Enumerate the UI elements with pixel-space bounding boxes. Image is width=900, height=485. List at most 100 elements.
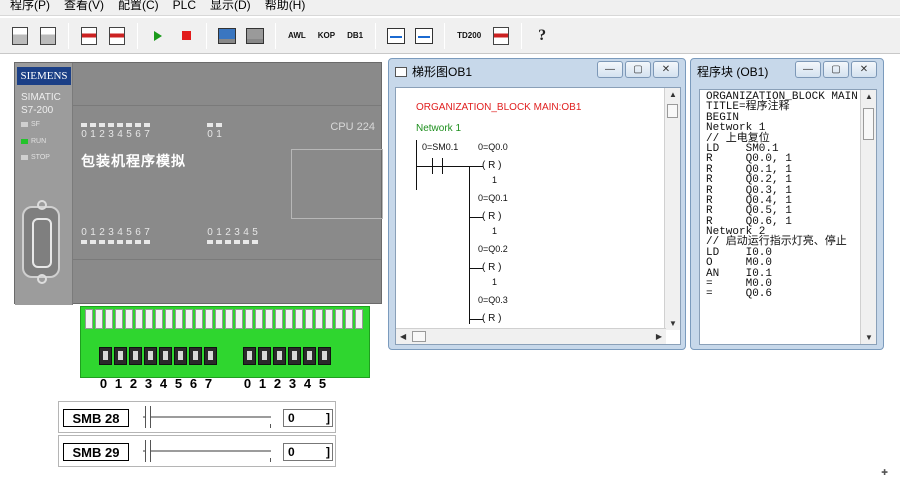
siemens-logo: SIEMENS	[17, 67, 71, 85]
vertical-scrollbar[interactable]: ▲ ▼	[860, 90, 876, 344]
plc-read-button[interactable]	[77, 24, 101, 48]
ladder-status-button[interactable]	[384, 24, 408, 48]
scroll-right-icon[interactable]: ▶	[656, 332, 662, 341]
input-switch[interactable]	[174, 347, 187, 365]
scroll-thumb[interactable]	[863, 108, 874, 140]
awl-button[interactable]: AWL	[284, 24, 310, 48]
unload-icon	[40, 26, 56, 45]
smb28-control: SMB 28 0]	[58, 401, 336, 433]
scroll-thumb[interactable]	[667, 104, 678, 118]
bit-number: 7	[204, 376, 213, 391]
program-title: 包装机程序模拟	[81, 155, 186, 170]
menu-program[interactable]: 程序(P)	[10, 0, 50, 13]
program-block-title: 程序块 (OB1)	[697, 65, 769, 79]
divider	[73, 259, 381, 260]
input-switch[interactable]	[318, 347, 331, 365]
ladder-window: 梯形图OB1 — ▢ ✕ ORGANIZATION_BLOCK MAIN:OB1…	[388, 58, 686, 350]
bit-number: 1	[90, 129, 96, 140]
bit-number: 4	[117, 129, 123, 140]
bit-number: 6	[135, 227, 141, 238]
slider-ticks	[145, 424, 271, 428]
help-button[interactable]: ?	[530, 24, 554, 48]
scroll-down-icon[interactable]: ▼	[669, 319, 677, 328]
close-button[interactable]: ✕	[653, 61, 679, 78]
toolbar-separator	[206, 22, 207, 49]
status-button[interactable]	[243, 24, 267, 48]
trend-button[interactable]	[412, 24, 436, 48]
toolbar-separator	[375, 22, 377, 49]
plc-left-panel: SIEMENS SIMATIC S7-200 SF RUN STOP	[15, 63, 73, 305]
menu-view[interactable]: 查看(V)	[64, 0, 104, 13]
input-switch[interactable]	[204, 347, 217, 365]
unload-program-button[interactable]	[36, 24, 60, 48]
bit-number: 1	[216, 129, 222, 140]
menu-help[interactable]: 帮助(H)	[265, 0, 306, 13]
input-switch[interactable]	[144, 347, 157, 365]
minimize-button[interactable]: —	[795, 61, 821, 78]
smb29-value[interactable]: 0]	[283, 443, 333, 461]
scroll-up-icon[interactable]: ▲	[669, 90, 677, 99]
input-switch[interactable]	[303, 347, 316, 365]
bit-number: 5	[174, 376, 183, 391]
cpu-model: CPU 224	[330, 121, 375, 133]
scroll-thumb[interactable]	[412, 331, 426, 342]
code-line: Network 1	[706, 122, 766, 135]
td200-button[interactable]: TD200	[453, 24, 485, 48]
screw-icon	[37, 274, 47, 284]
resize-grip-icon: ✚	[881, 468, 888, 477]
state-table-button[interactable]	[215, 24, 239, 48]
smb28-value[interactable]: 0]	[283, 409, 333, 427]
terminal-teeth	[85, 309, 363, 329]
load-program-button[interactable]	[8, 24, 32, 48]
play-icon	[154, 30, 162, 41]
plc-write-button[interactable]	[105, 24, 129, 48]
input-switch[interactable]	[99, 347, 112, 365]
input-switch-terminal	[80, 306, 370, 378]
scroll-down-icon[interactable]: ▼	[865, 333, 873, 342]
toolbar-separator	[275, 22, 276, 49]
bit-number: 4	[117, 227, 123, 238]
kop-button[interactable]: KOP	[314, 24, 339, 48]
output-numbers-a: 01234567	[81, 227, 150, 238]
horizontal-scrollbar[interactable]: ◀ ▶	[396, 328, 666, 344]
input-switch[interactable]	[243, 347, 256, 365]
code-line: = Q0.6	[706, 288, 773, 301]
menu-config[interactable]: 配置(C)	[118, 0, 159, 13]
maximize-button[interactable]: ▢	[823, 61, 849, 78]
db1-button[interactable]: DB1	[343, 24, 367, 48]
ladder-window-title: 梯形图OB1	[412, 65, 473, 79]
input-switch[interactable]	[273, 347, 286, 365]
scroll-up-icon[interactable]: ▲	[865, 92, 873, 101]
menu-plc[interactable]: PLC	[173, 0, 196, 12]
input-switch[interactable]	[189, 347, 202, 365]
bit-number: 0	[207, 227, 213, 238]
bit-number: 6	[135, 129, 141, 140]
menu-display[interactable]: 显示(D)	[210, 0, 251, 13]
vertical-scrollbar[interactable]: ▲ ▼	[664, 88, 680, 330]
input-switch[interactable]	[159, 347, 172, 365]
output-leds-a	[81, 240, 150, 244]
reset-coil: ( R )	[482, 160, 502, 171]
bit-number: 2	[129, 376, 138, 391]
input-switch[interactable]	[258, 347, 271, 365]
input-switch[interactable]	[288, 347, 301, 365]
led-stop-row: STOP	[21, 154, 50, 161]
bit-number: 0	[207, 129, 213, 140]
scroll-left-icon[interactable]: ◀	[400, 332, 406, 341]
maximize-button[interactable]: ▢	[625, 61, 651, 78]
switch-numbers-b: 012345	[243, 376, 327, 391]
divider	[73, 105, 381, 106]
code-line: R Q0.2, 1	[706, 174, 792, 187]
bit-number: 3	[108, 129, 114, 140]
bit-number: 3	[234, 227, 240, 238]
run-button[interactable]	[146, 24, 170, 48]
close-button[interactable]: ✕	[851, 61, 877, 78]
stop-button[interactable]	[174, 24, 198, 48]
input-switch[interactable]	[114, 347, 127, 365]
minimize-button[interactable]: —	[597, 61, 623, 78]
stl-code-view[interactable]: ORGANIZATION_BLOCK MAIN: TITLE=程序注释 BEGIN N…	[699, 89, 877, 345]
led-run-label: RUN	[31, 138, 47, 145]
download-button[interactable]	[489, 24, 513, 48]
input-switch[interactable]	[129, 347, 142, 365]
trend-icon	[415, 27, 434, 44]
